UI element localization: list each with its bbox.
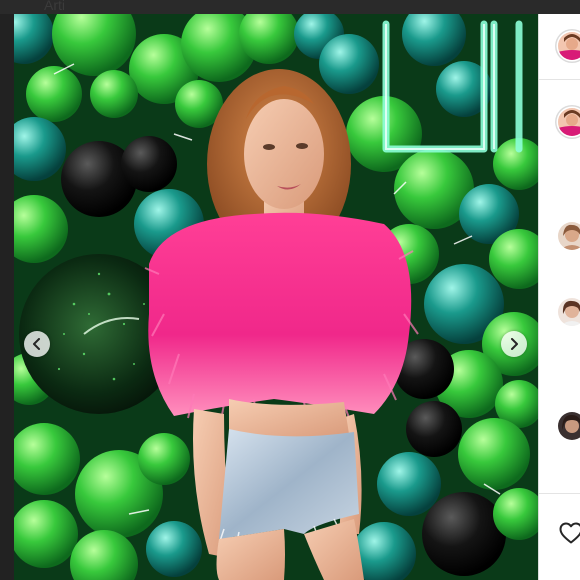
author-avatar-image (558, 32, 580, 60)
comment-avatar-3[interactable] (558, 412, 580, 440)
like-button[interactable] (559, 522, 580, 549)
header-divider (539, 79, 580, 80)
carousel-next-button[interactable] (501, 331, 527, 357)
post-photo (14, 14, 538, 580)
caption-avatar-image (558, 108, 580, 136)
chevron-left-icon (33, 338, 40, 350)
comment-avatar-1[interactable] (558, 222, 580, 250)
header-ghost-text: Arti (44, 0, 65, 13)
post-side-panel (538, 14, 580, 580)
comment-avatar-2-image (558, 298, 580, 326)
comment-avatar-1-image (558, 222, 580, 250)
actions-divider (539, 493, 580, 494)
heart-icon (559, 522, 580, 544)
carousel-prev-button[interactable] (24, 331, 50, 357)
comment-avatar-2[interactable] (558, 298, 580, 326)
left-strip (0, 14, 14, 580)
post-image[interactable] (14, 14, 538, 580)
author-avatar[interactable] (558, 32, 580, 60)
comment-avatar-3-image (558, 412, 580, 440)
caption-avatar[interactable] (558, 108, 580, 136)
browser-top-strip: Arti (0, 0, 580, 14)
chevron-right-icon (511, 338, 518, 350)
